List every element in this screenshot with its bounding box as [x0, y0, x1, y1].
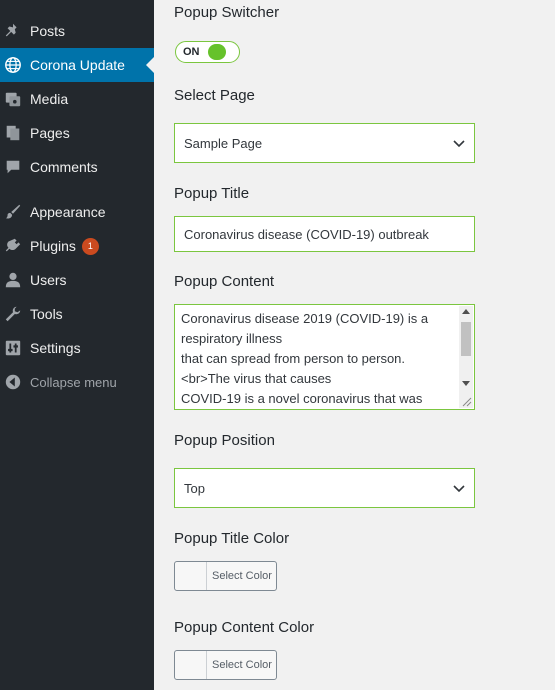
sidebar-item-posts[interactable]: Posts: [0, 14, 154, 48]
select-page-label: Select Page: [174, 87, 255, 104]
sidebar-item-label: Plugins: [30, 238, 76, 254]
popup-content-textarea[interactable]: Coronavirus disease 2019 (COVID-19) is a…: [174, 304, 475, 410]
media-icon: [3, 89, 23, 109]
wrench-icon: [3, 304, 23, 324]
select-color-label: Select Color: [212, 570, 272, 582]
popup-position-value: Top: [184, 480, 205, 496]
popup-content-value: Coronavirus disease 2019 (COVID-19) is a…: [181, 311, 429, 406]
collapse-menu-label: Collapse menu: [30, 374, 117, 390]
sidebar-item-label: Appearance: [30, 204, 106, 220]
chevron-down-icon: [453, 140, 465, 148]
sidebar-item-corona-update[interactable]: Corona Update: [0, 48, 154, 82]
comment-icon: [3, 157, 23, 177]
popup-content-label: Popup Content: [174, 273, 275, 290]
admin-sidebar: Posts Corona Update Media Pages Comments…: [0, 0, 154, 690]
collapse-icon: [3, 372, 23, 392]
collapse-menu-button[interactable]: Collapse menu: [0, 365, 154, 399]
sidebar-item-label: Pages: [30, 125, 70, 141]
scrollbar-thumb[interactable]: [461, 322, 471, 356]
popup-title-input[interactable]: Coronavirus disease (COVID-19) outbreak: [174, 216, 475, 252]
pin-icon: [3, 21, 23, 41]
popup-title-color-picker[interactable]: Select Color: [174, 561, 277, 591]
scroll-down-arrow-icon[interactable]: [462, 381, 470, 386]
popup-content-color-picker[interactable]: Select Color: [174, 650, 277, 680]
toggle-knob: [208, 44, 226, 60]
popup-title-value: Coronavirus disease (COVID-19) outbreak: [184, 226, 429, 242]
sidebar-item-media[interactable]: Media: [0, 82, 154, 116]
plugin-update-badge: 1: [81, 237, 99, 255]
plug-icon: [3, 236, 23, 256]
color-swatch: [175, 651, 207, 679]
sidebar-item-settings[interactable]: Settings: [0, 331, 154, 365]
sidebar-item-users[interactable]: Users: [0, 263, 154, 297]
settings-icon: [3, 338, 23, 358]
popup-position-dropdown[interactable]: Top: [174, 468, 475, 508]
sidebar-item-comments[interactable]: Comments: [0, 150, 154, 184]
popup-title-color-label: Popup Title Color: [174, 530, 290, 547]
chevron-down-icon: [453, 485, 465, 493]
sidebar-item-label: Comments: [30, 159, 98, 175]
sidebar-item-label: Tools: [30, 306, 63, 322]
resize-grip-icon[interactable]: [462, 397, 472, 407]
popup-switcher-toggle[interactable]: ON: [175, 41, 240, 63]
popup-content-color-label: Popup Content Color: [174, 619, 315, 636]
sidebar-item-tools[interactable]: Tools: [0, 297, 154, 331]
sidebar-item-label: Settings: [30, 340, 81, 356]
select-color-label: Select Color: [212, 659, 272, 671]
globe-icon: [3, 55, 23, 75]
select-page-value: Sample Page: [184, 135, 263, 151]
sidebar-item-label: Media: [30, 91, 69, 107]
textarea-scrollbar[interactable]: [459, 306, 473, 408]
settings-form: Popup Switcher ON Select Page Sample Pag…: [154, 0, 555, 690]
toggle-state-text: ON: [183, 46, 200, 58]
popup-switcher-label: Popup Switcher: [174, 4, 280, 21]
popup-position-label: Popup Position: [174, 432, 275, 449]
sidebar-item-label: Posts: [30, 23, 66, 39]
sidebar-item-appearance[interactable]: Appearance: [0, 195, 154, 229]
sidebar-item-label: Corona Update: [30, 57, 125, 73]
sidebar-item-label: Users: [30, 272, 67, 288]
pages-icon: [3, 123, 23, 143]
popup-title-label: Popup Title: [174, 185, 250, 202]
brush-icon: [3, 202, 23, 222]
color-swatch: [175, 562, 207, 590]
scroll-up-arrow-icon[interactable]: [462, 309, 470, 314]
user-icon: [3, 270, 23, 290]
sidebar-item-pages[interactable]: Pages: [0, 116, 154, 150]
sidebar-item-plugins[interactable]: Plugins 1: [0, 229, 154, 263]
select-page-dropdown[interactable]: Sample Page: [174, 123, 475, 163]
